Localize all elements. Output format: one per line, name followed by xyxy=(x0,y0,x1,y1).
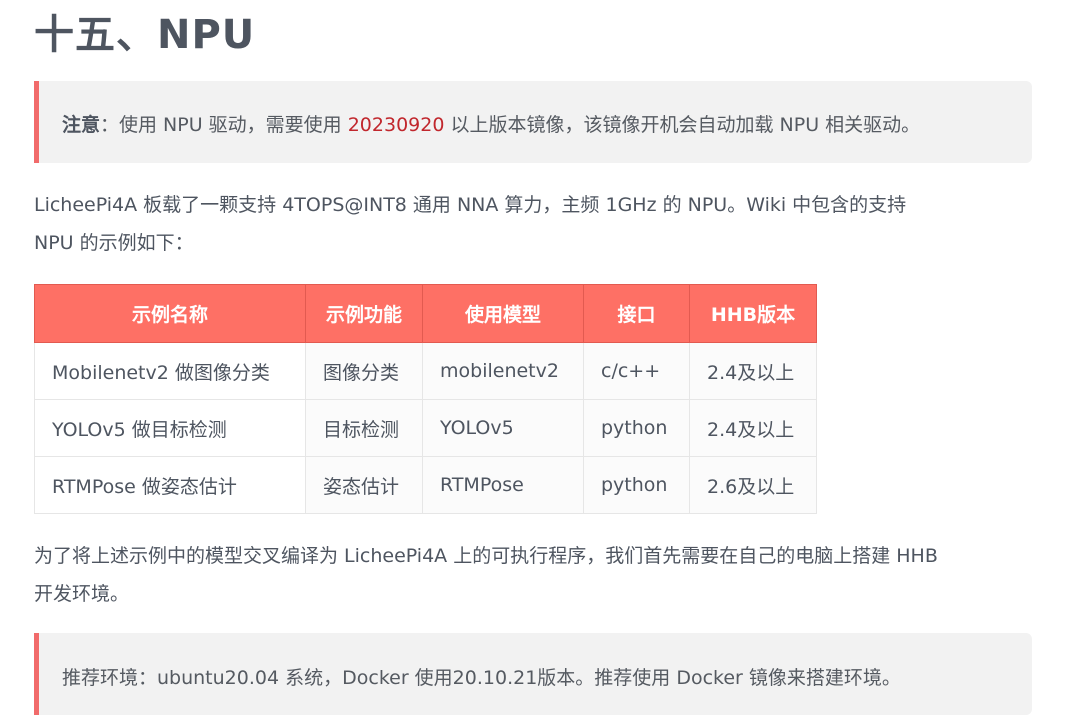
environment-callout: 推荐环境：ubuntu20.04 系统，Docker 使用20.10.21版本。… xyxy=(34,633,1032,715)
environment-text: 推荐环境：ubuntu20.04 系统，Docker 使用20.10.21版本。… xyxy=(62,667,901,689)
table-row: RTMPose 做姿态估计 姿态估计 RTMPose python 2.6及以上 xyxy=(34,456,817,514)
callout-label: 注意 xyxy=(62,114,101,136)
intro-line-1: LicheePi4A 板载了一颗支持 4TOPS@INT8 通用 NNA 算力，… xyxy=(34,194,907,216)
table-row: YOLOv5 做目标检测 目标检测 YOLOv5 python 2.4及以上 xyxy=(34,399,817,457)
table-cell: 姿态估计 xyxy=(305,456,423,514)
table-cell: python xyxy=(583,399,690,457)
table-cell: mobilenetv2 xyxy=(422,342,584,400)
table-header-row: 示例名称 示例功能 使用模型 接口 HHB版本 xyxy=(34,284,817,343)
npu-examples-table: 示例名称 示例功能 使用模型 接口 HHB版本 Mobilenetv2 做图像分… xyxy=(34,284,817,514)
table-cell: RTMPose 做姿态估计 xyxy=(34,456,306,514)
callout-text-after: 以上版本镜像，该镜像开机会自动加载 NPU 相关驱动。 xyxy=(444,114,921,136)
header-hhb-version: HHB版本 xyxy=(689,284,817,343)
header-model: 使用模型 xyxy=(422,284,584,343)
table-cell: YOLOv5 xyxy=(422,399,584,457)
table-cell: 2.4及以上 xyxy=(689,399,817,457)
setup-line-2: 开发环境。 xyxy=(34,583,130,605)
table-cell: YOLOv5 做目标检测 xyxy=(34,399,306,457)
setup-paragraph: 为了将上述示例中的模型交叉编译为 LicheePi4A 上的可执行程序，我们首先… xyxy=(34,537,1024,613)
table-cell: 目标检测 xyxy=(305,399,423,457)
table-cell: RTMPose xyxy=(422,456,584,514)
table-cell: c/c++ xyxy=(583,342,690,400)
header-interface: 接口 xyxy=(583,284,690,343)
table-cell: python xyxy=(583,456,690,514)
section-heading: 十五、NPU xyxy=(34,12,256,58)
intro-paragraph: LicheePi4A 板载了一颗支持 4TOPS@INT8 通用 NNA 算力，… xyxy=(34,186,1024,262)
header-example-name: 示例名称 xyxy=(34,284,306,343)
table-row: Mobilenetv2 做图像分类 图像分类 mobilenetv2 c/c++… xyxy=(34,342,817,400)
intro-line-2: NPU 的示例如下： xyxy=(34,232,194,254)
header-example-function: 示例功能 xyxy=(305,284,423,343)
warning-callout: 注意：使用 NPU 驱动，需要使用 20230920 以上版本镜像，该镜像开机会… xyxy=(34,81,1032,163)
table-cell: Mobilenetv2 做图像分类 xyxy=(34,342,306,400)
callout-text-before: ：使用 NPU 驱动，需要使用 xyxy=(100,114,348,136)
version-highlight: 20230920 xyxy=(347,114,445,136)
setup-line-1: 为了将上述示例中的模型交叉编译为 LicheePi4A 上的可执行程序，我们首先… xyxy=(34,545,938,567)
table-cell: 2.4及以上 xyxy=(689,342,817,400)
article: 十五、NPU 注意：使用 NPU 驱动，需要使用 20230920 以上版本镜像… xyxy=(0,0,1071,728)
table-cell: 图像分类 xyxy=(305,342,423,400)
table-cell: 2.6及以上 xyxy=(689,456,817,514)
